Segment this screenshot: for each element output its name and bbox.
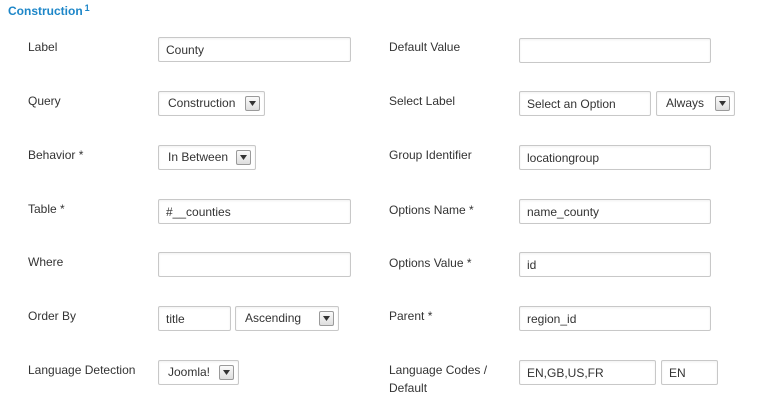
options-value-input[interactable]: [519, 252, 711, 277]
section-marker: 1: [84, 3, 90, 13]
order-direction-value: Ascending: [245, 311, 302, 325]
order-by-label: Order By: [28, 309, 77, 323]
options-name-label: Options Name *: [389, 203, 474, 217]
select-label-mode-value: Always: [666, 96, 705, 110]
chevron-down-icon: [236, 150, 251, 165]
chevron-down-icon: [219, 365, 234, 380]
query-label: Query: [28, 94, 61, 108]
language-detection-select[interactable]: Joomla!: [158, 360, 239, 385]
default-value-input[interactable]: [519, 38, 711, 63]
label-input[interactable]: [158, 37, 351, 62]
chevron-down-icon: [319, 311, 334, 326]
query-select-value: Construction: [168, 96, 236, 110]
select-label-label: Select Label: [389, 94, 456, 108]
behavior-label: Behavior *: [28, 148, 84, 162]
where-label: Where: [28, 255, 64, 269]
section-title-text: Construction: [8, 4, 83, 18]
parent-label: Parent *: [389, 309, 433, 323]
select-label-mode-select[interactable]: Always: [656, 91, 735, 116]
table-label: Table *: [28, 202, 65, 216]
options-name-input[interactable]: [519, 199, 711, 224]
select-label-input[interactable]: [519, 91, 651, 116]
group-identifier-input[interactable]: [519, 145, 711, 170]
language-codes-label: Language Codes / Default: [389, 363, 488, 395]
query-select[interactable]: Construction: [158, 91, 265, 116]
behavior-select[interactable]: In Between: [158, 145, 256, 170]
label-field-label: Label: [28, 40, 58, 54]
behavior-select-value: In Between: [168, 150, 229, 164]
section-title: Construction 1: [8, 3, 90, 18]
default-value-label: Default Value: [389, 40, 461, 54]
language-codes-input[interactable]: [519, 360, 656, 385]
where-input[interactable]: [158, 252, 351, 277]
order-direction-select[interactable]: Ascending: [235, 306, 339, 331]
table-input[interactable]: [158, 199, 351, 224]
language-detection-label: Language Detection: [28, 363, 136, 377]
language-detection-value: Joomla!: [168, 365, 211, 379]
chevron-down-icon: [245, 96, 260, 111]
order-by-input[interactable]: [158, 306, 231, 331]
language-default-input[interactable]: [661, 360, 718, 385]
parent-input[interactable]: [519, 306, 711, 331]
options-value-label: Options Value *: [389, 256, 472, 270]
chevron-down-icon: [715, 96, 730, 111]
group-identifier-label: Group Identifier: [389, 148, 472, 162]
